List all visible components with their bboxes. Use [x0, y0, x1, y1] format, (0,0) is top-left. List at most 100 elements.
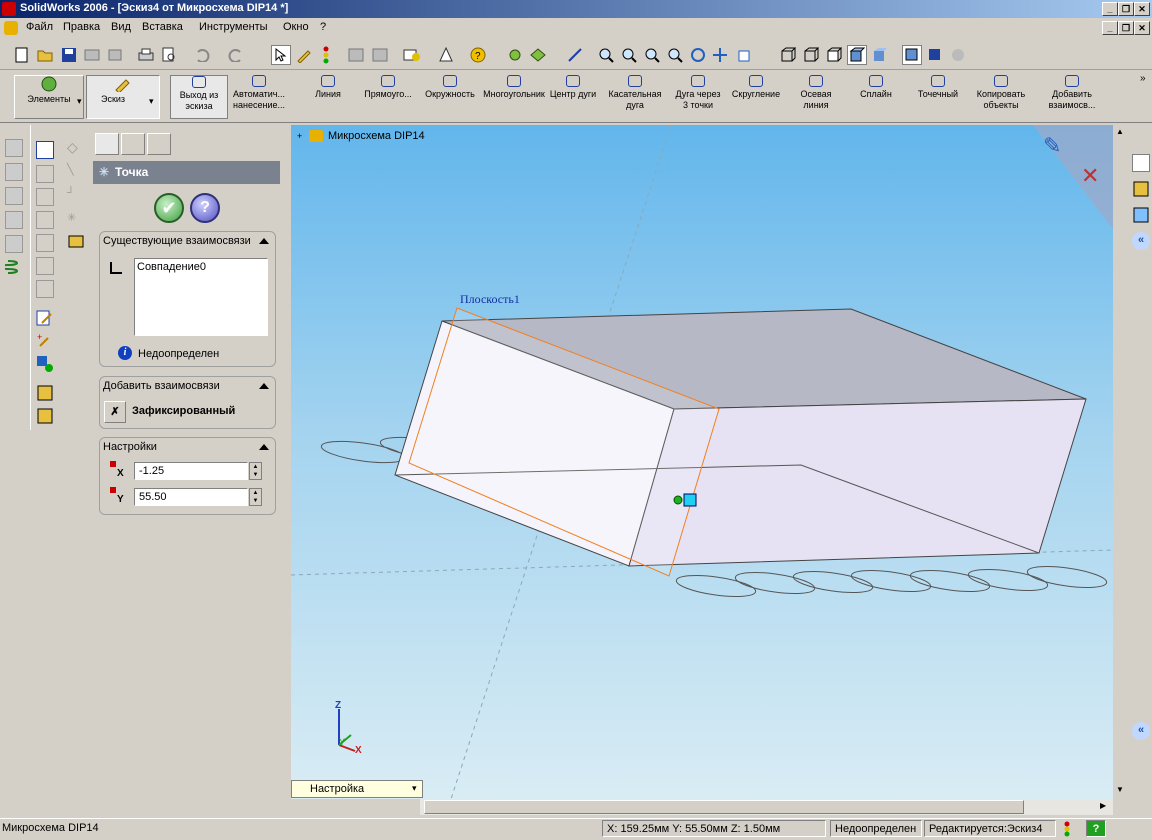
home-icon[interactable]	[1132, 154, 1150, 172]
point-ref-icon[interactable]: ✳	[67, 211, 85, 229]
command-copy-entities-button[interactable]: Копировать объекты	[970, 75, 1032, 111]
chevron-down-icon[interactable]: ▾	[412, 783, 417, 794]
sketch-point[interactable]	[673, 495, 683, 505]
make-drawing-icon[interactable]	[82, 45, 102, 65]
selected-point-marker[interactable]	[683, 493, 697, 507]
select-icon[interactable]	[271, 45, 291, 65]
pan-icon[interactable]	[710, 45, 730, 65]
box-wire-icon[interactable]	[36, 234, 54, 252]
shaded-icon[interactable]	[870, 45, 890, 65]
measure-icon[interactable]	[565, 45, 585, 65]
smart-dim-icon[interactable]: +	[36, 332, 54, 350]
list-item[interactable]: Совпадение0	[137, 261, 265, 273]
chevron-down-icon[interactable]: ▾	[77, 96, 82, 107]
box-wire-icon[interactable]	[36, 211, 54, 229]
fillet-feature-icon[interactable]	[5, 235, 23, 253]
collapse-icon[interactable]	[259, 444, 269, 450]
revolve-icon[interactable]	[5, 163, 23, 181]
mate-reference-icon[interactable]	[67, 233, 85, 251]
menu-tools[interactable]: Инструменты	[199, 21, 268, 33]
command-exit-sketch-button[interactable]: Выход из эскиза	[170, 75, 228, 119]
section-view-icon[interactable]	[925, 45, 945, 65]
fix-relation-icon[interactable]: ✗	[104, 401, 126, 423]
zoom-area-icon[interactable]	[619, 45, 639, 65]
command-smart-dimension-button[interactable]: Автоматич... нанесение...	[228, 75, 290, 111]
tree-expand-icon[interactable]: +	[297, 131, 302, 141]
sketch-toolbar-icon[interactable]	[294, 45, 314, 65]
scroll-thumb[interactable]	[424, 800, 1024, 814]
expand-task-pane-icon[interactable]: «	[1132, 722, 1150, 740]
menu-insert[interactable]: Вставка	[142, 21, 183, 33]
open-icon[interactable]	[35, 45, 55, 65]
coordinate-system-icon[interactable]: ┘	[67, 187, 85, 205]
hidden-lines-removed-icon[interactable]	[824, 45, 844, 65]
whats-wrong-icon[interactable]	[436, 45, 456, 65]
property-manager-tab-icon[interactable]	[121, 133, 145, 155]
command-spline-button[interactable]: Сплайн	[850, 75, 902, 100]
command-fillet-button[interactable]: Скругление	[728, 75, 784, 100]
tree-item-part[interactable]: Микросхема DIP14	[328, 130, 425, 142]
box-wire-icon[interactable]	[36, 280, 54, 298]
ok-button[interactable]: ✔	[154, 193, 184, 223]
wireframe-icon[interactable]	[778, 45, 798, 65]
design-library-icon[interactable]	[1132, 180, 1150, 198]
command-centerline-button[interactable]: Осевая линия	[788, 75, 844, 111]
help-status-icon[interactable]: ?	[1086, 820, 1106, 837]
close-button[interactable]: ✕	[1134, 2, 1150, 16]
toolbar-overflow-icon[interactable]: »	[1140, 73, 1146, 84]
shaded-edges-icon[interactable]	[847, 45, 867, 65]
box-wire-icon[interactable]	[36, 165, 54, 183]
command-add-relation-button[interactable]: Добавить взаимосв...	[1040, 75, 1104, 111]
command-point-button[interactable]: Точечный	[910, 75, 966, 100]
command-polygon-button[interactable]: Многоугольник	[482, 75, 546, 100]
menu-view[interactable]: Вид	[111, 21, 131, 33]
rotate-component-icon[interactable]	[528, 45, 548, 65]
file-properties-icon[interactable]	[402, 45, 422, 65]
save-icon[interactable]	[59, 45, 79, 65]
tab-sketch[interactable]: Эскиз ▾	[86, 75, 160, 119]
layer-properties-icon[interactable]	[36, 407, 54, 425]
menu-file[interactable]: Файл	[26, 21, 53, 33]
options-icon[interactable]	[370, 45, 390, 65]
menu-window[interactable]: Окно	[283, 21, 309, 33]
command-rectangle-button[interactable]: Прямоуго...	[360, 75, 416, 100]
chevron-down-icon[interactable]: ▾	[149, 96, 154, 107]
scroll-up-icon[interactable]: ▲	[1116, 127, 1124, 136]
menu-edit[interactable]: Правка	[63, 21, 100, 33]
grid-icon[interactable]	[346, 45, 366, 65]
fixed-relation-button[interactable]: Зафиксированный	[132, 405, 235, 417]
document-icon[interactable]	[4, 21, 18, 35]
relations-list[interactable]: Совпадение0	[134, 258, 268, 336]
zoom-in-out-icon[interactable]	[642, 45, 662, 65]
file-explorer-icon[interactable]	[1132, 206, 1150, 224]
new-icon[interactable]	[12, 45, 32, 65]
doc-restore-button[interactable]: ❐	[1118, 21, 1134, 35]
undo-icon[interactable]	[192, 45, 212, 65]
command-line-button[interactable]: Линия	[300, 75, 356, 100]
loft-icon[interactable]	[5, 187, 23, 205]
sweep-icon[interactable]	[5, 211, 23, 229]
box-icon[interactable]	[36, 141, 54, 159]
configuration-tab-icon[interactable]	[147, 133, 171, 155]
extrude-icon[interactable]	[5, 139, 23, 157]
axis-icon[interactable]: ╲	[67, 163, 85, 181]
maximize-button[interactable]: ❐	[1118, 2, 1134, 16]
make-assembly-icon[interactable]	[105, 45, 125, 65]
plane-diamond-icon[interactable]: ◇	[67, 139, 85, 157]
command-circle-button[interactable]: Окружность	[420, 75, 480, 100]
x-spinner[interactable]: ▲ ▼	[249, 462, 262, 480]
graphics-area[interactable]: + Микросхема DIP14 Плоскость1 Z Y X ✎ ✕ …	[291, 125, 1113, 799]
edit-sketch-icon[interactable]	[36, 309, 54, 327]
print-icon[interactable]	[136, 45, 156, 65]
rebuild-icon[interactable]	[316, 45, 336, 65]
menu-help[interactable]: ?	[320, 21, 326, 33]
command-centerpoint-arc-button[interactable]: Центр дуги	[545, 75, 601, 100]
view-orientation-icon[interactable]	[735, 45, 755, 65]
tab-features[interactable]: Элементы ▾	[14, 75, 84, 119]
realview-icon[interactable]	[948, 45, 968, 65]
helix-icon[interactable]	[0, 258, 23, 276]
shadows-icon[interactable]	[902, 45, 922, 65]
scroll-right-icon[interactable]: ▶	[1100, 801, 1106, 810]
rebuild-status-icon[interactable]	[1062, 821, 1072, 840]
horizontal-scrollbar[interactable]: ▶	[420, 799, 1113, 815]
